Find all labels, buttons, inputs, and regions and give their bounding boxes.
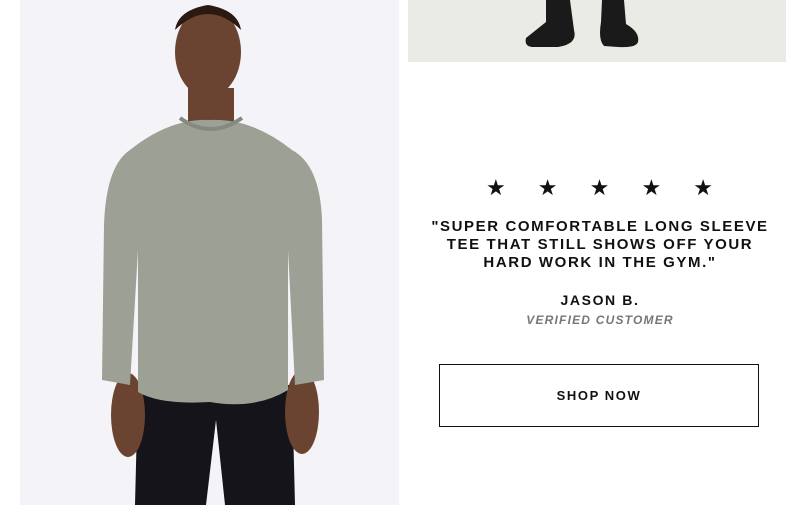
product-photo-long-sleeve-tee [20,0,399,505]
verified-customer-label: VERIFIED CUSTOMER [526,313,674,327]
review-quote: "SUPER COMFORTABLE LONG SLEEVE TEE THAT … [431,218,769,271]
rating-stars-icon: ★ ★ ★ ★ ★ [485,175,727,200]
shop-now-button[interactable]: SHOP NOW [439,364,759,427]
customer-review: ★ ★ ★ ★ ★ "SUPER COMFORTABLE LONG SLEEVE… [424,175,776,328]
product-photo-boots [408,0,786,62]
boots-illustration [525,0,639,48]
model-illustration [102,5,324,505]
review-author: JASON B. [560,292,640,308]
